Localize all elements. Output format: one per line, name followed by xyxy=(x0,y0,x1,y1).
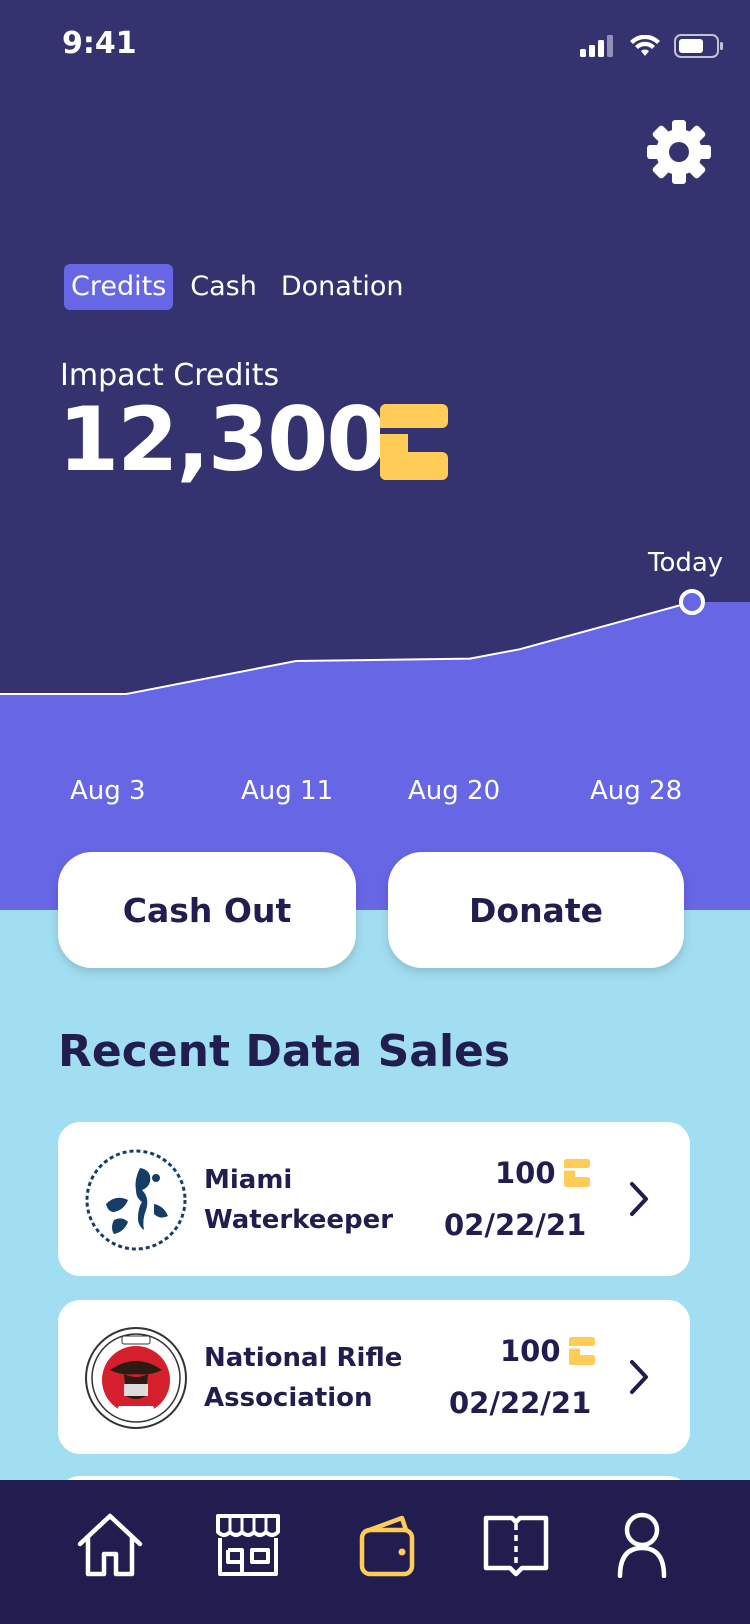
wifi-icon xyxy=(630,35,660,56)
x-tick-label: Aug 20 xyxy=(408,776,501,806)
book-icon[interactable] xyxy=(480,1510,552,1578)
balance-value: 12,300 xyxy=(58,388,388,491)
profile-icon[interactable] xyxy=(606,1510,678,1578)
bottom-nav xyxy=(0,1480,750,1624)
org-name-line: Association xyxy=(204,1383,373,1413)
settings-gear-icon[interactable] xyxy=(645,118,713,186)
credit-icon xyxy=(563,1159,590,1187)
tab-donation[interactable]: Donation xyxy=(274,264,411,310)
x-tick-label: Aug 11 xyxy=(241,776,334,806)
battery-icon xyxy=(674,34,723,58)
sale-date: 02/22/21 xyxy=(449,1386,592,1420)
chevron-right-icon[interactable] xyxy=(628,1179,652,1219)
donate-button[interactable]: Donate xyxy=(388,852,684,968)
balance-tabs: Credits Cash Donation xyxy=(64,264,411,310)
credit-icon xyxy=(380,404,448,480)
list-item[interactable]: National Rifle Association 100 02/22/21 xyxy=(58,1300,690,1454)
credit-icon xyxy=(568,1337,595,1365)
org-name-line: Waterkeeper xyxy=(204,1205,394,1235)
list-item[interactable]: Miami Waterkeeper 100 02/22/21 xyxy=(58,1122,690,1276)
section-title: Recent Data Sales xyxy=(58,1026,511,1077)
tab-cash[interactable]: Cash xyxy=(183,264,264,310)
chart-marker-label: Today xyxy=(648,548,724,578)
signal-icon xyxy=(580,35,613,57)
tab-credits[interactable]: Credits xyxy=(64,264,174,310)
cash-out-button[interactable]: Cash Out xyxy=(58,852,356,968)
sale-date: 02/22/21 xyxy=(444,1208,587,1242)
amount: 100 xyxy=(500,1334,595,1368)
org-name-line: Miami xyxy=(204,1165,293,1195)
today-point xyxy=(679,589,705,615)
status-icons xyxy=(580,34,724,58)
amount-value: 100 xyxy=(495,1156,556,1190)
org-name: National Rifle Association xyxy=(204,1338,402,1418)
seahorse-logo-icon xyxy=(85,1149,187,1251)
x-tick-label: Aug 3 xyxy=(70,776,146,806)
nra-seal-logo-icon xyxy=(85,1327,187,1429)
status-time: 9:41 xyxy=(62,26,137,61)
chevron-right-icon[interactable] xyxy=(628,1357,652,1397)
org-name-line: National Rifle xyxy=(204,1343,403,1373)
amount-value: 100 xyxy=(500,1334,561,1368)
wallet-icon[interactable] xyxy=(352,1510,424,1578)
org-name: Miami Waterkeeper xyxy=(204,1160,393,1240)
store-icon[interactable] xyxy=(212,1510,284,1578)
amount: 100 xyxy=(495,1156,590,1190)
home-icon[interactable] xyxy=(74,1510,146,1578)
x-tick-label: Aug 28 xyxy=(590,776,683,806)
